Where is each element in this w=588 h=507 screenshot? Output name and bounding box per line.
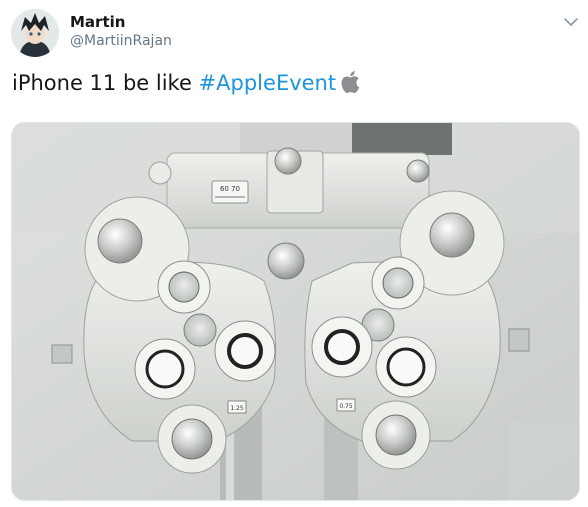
chevron-down-icon[interactable] (562, 13, 580, 31)
hashtag-link[interactable]: #AppleEvent (199, 71, 337, 95)
tweet-text-prefix: iPhone 11 be like (12, 71, 199, 95)
media-image[interactable]: 60 70 1.25 0.75 (11, 122, 580, 501)
apple-logo-icon (340, 70, 360, 99)
tweet-text: iPhone 11 be like #AppleEvent (12, 70, 360, 99)
author-name[interactable]: Martin (70, 13, 125, 31)
tweet-card[interactable]: Martin @MartiinRajan iPhone 11 be like #… (0, 0, 588, 507)
svg-text:60 70: 60 70 (220, 185, 240, 193)
svg-text:0.75: 0.75 (339, 403, 353, 410)
author-handle[interactable]: @MartiinRajan (70, 33, 172, 49)
phoropter-photo: 60 70 1.25 0.75 (12, 123, 579, 500)
avatar[interactable] (11, 9, 59, 57)
svg-text:1.25: 1.25 (230, 405, 244, 412)
avatar-image (11, 9, 59, 57)
